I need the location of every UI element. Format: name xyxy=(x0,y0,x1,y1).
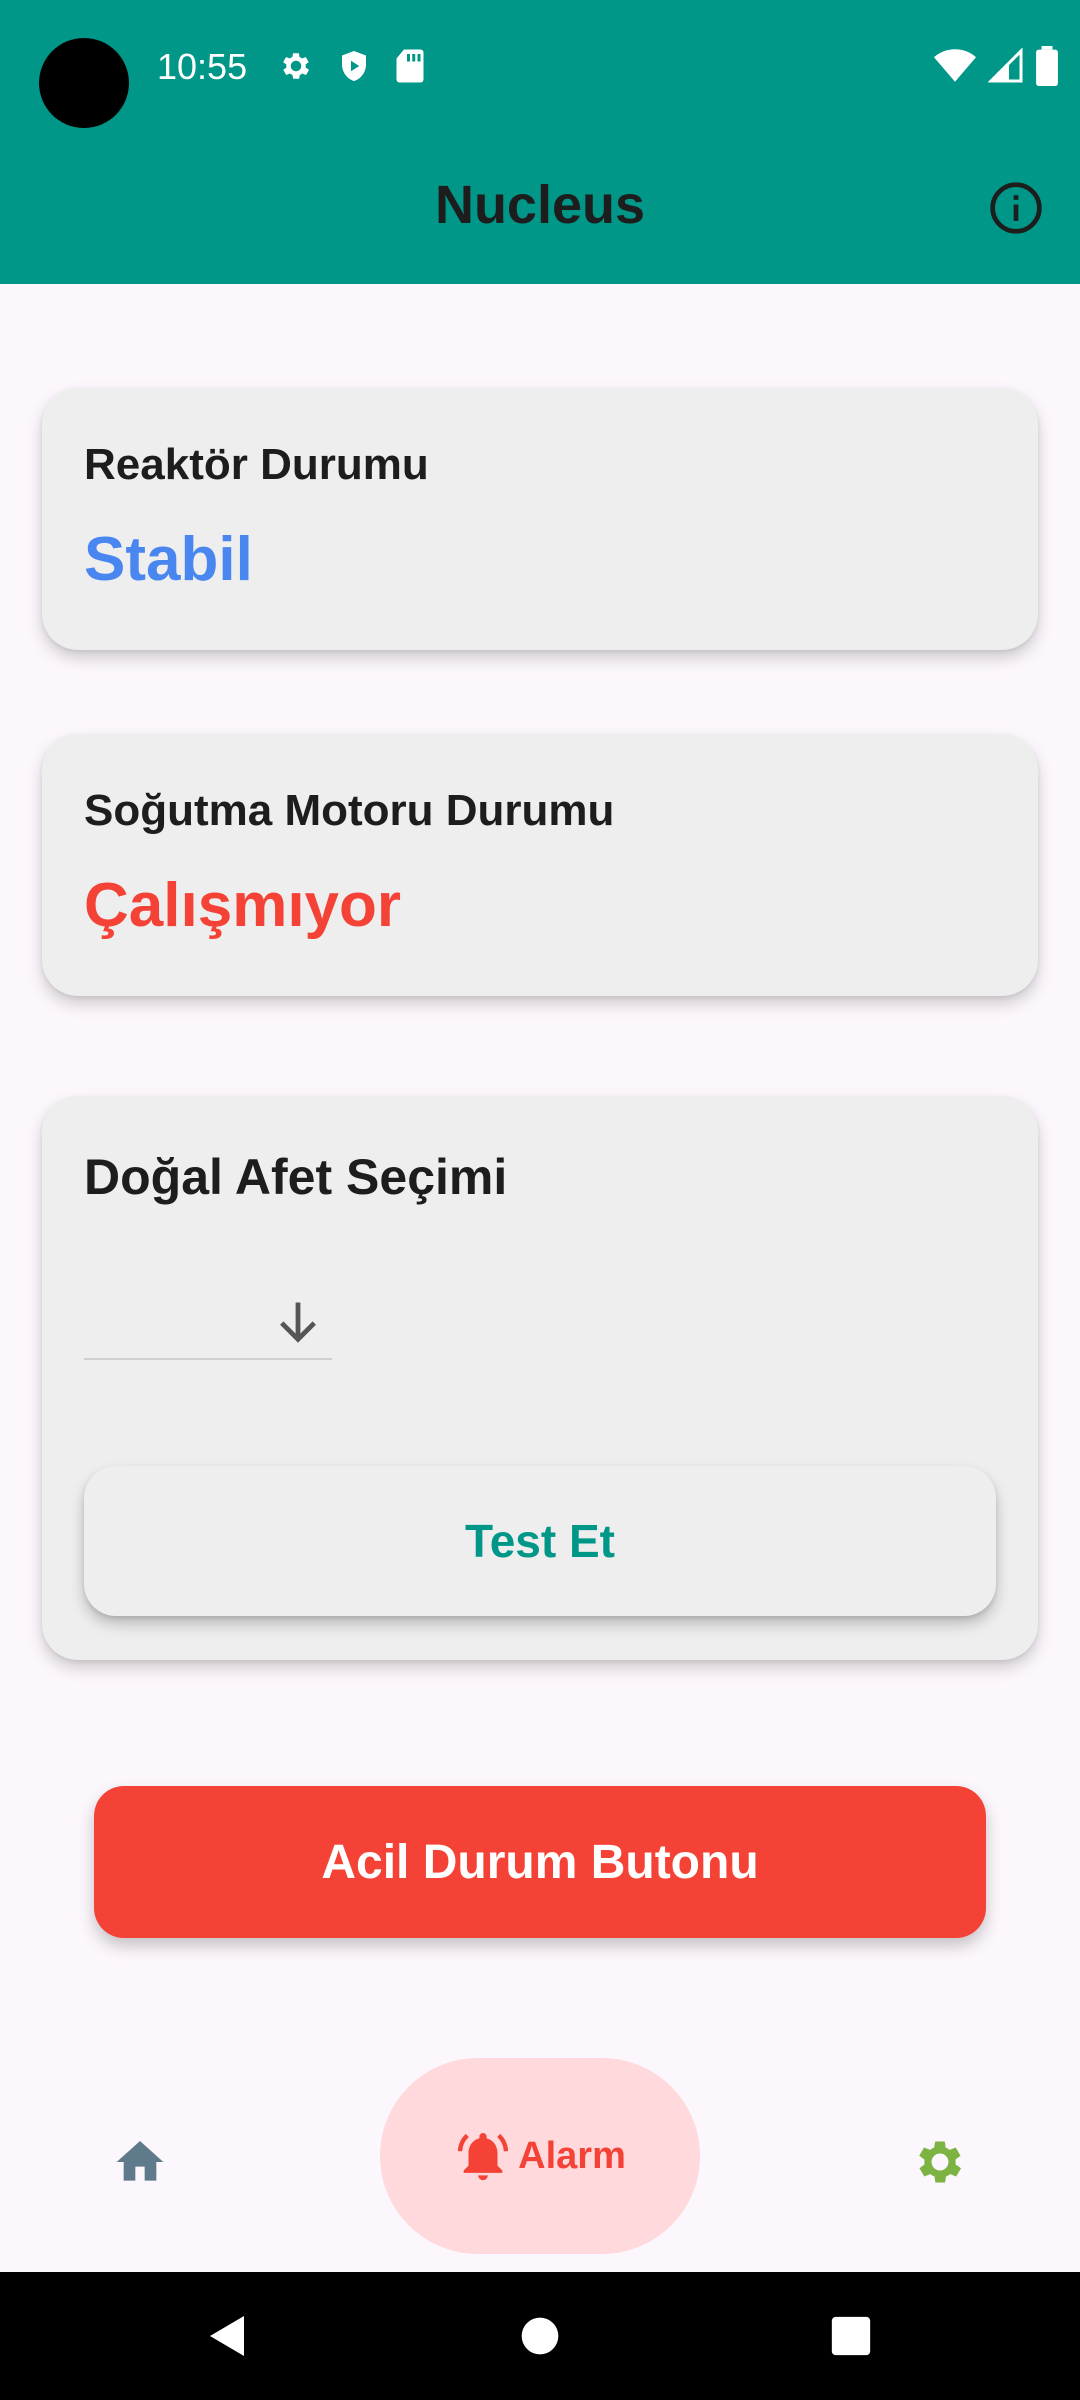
status-icons-right xyxy=(934,46,1058,86)
app-title: Nucleus xyxy=(434,175,646,235)
cooling-status-title: Soğutma Motoru Durumu xyxy=(84,786,615,835)
nav-alarm-label: Alarm xyxy=(518,2134,626,2177)
shield-play-icon xyxy=(342,51,366,81)
test-button[interactable]: Test Et xyxy=(84,1466,996,1616)
status-bar: 10:55 xyxy=(0,0,1080,134)
disaster-selection-card: Doğal Afet Seçimi Test Et xyxy=(42,1096,1038,1660)
app-bar: Nucleus xyxy=(0,134,1080,284)
alarm-icon xyxy=(458,2133,509,2181)
sd-card-icon xyxy=(396,49,424,83)
info-icon xyxy=(990,182,1042,234)
bottom-nav: Alarm xyxy=(0,2040,1080,2272)
signal-icon xyxy=(988,48,1023,83)
nav-home[interactable] xyxy=(104,2126,176,2198)
home-icon xyxy=(116,2141,164,2181)
battery-icon xyxy=(1036,46,1058,86)
disaster-selection-title: Doğal Afet Seçimi xyxy=(84,1149,508,1205)
wifi-icon xyxy=(934,49,976,82)
recents-icon[interactable] xyxy=(828,2312,874,2360)
nav-settings[interactable] xyxy=(904,2126,976,2198)
arrow-down-icon xyxy=(280,1302,316,1343)
reactor-status-title: Reaktör Durumu xyxy=(84,440,429,489)
reactor-status-card: Reaktör Durumu Stabil xyxy=(42,388,1038,650)
cooling-status-card: Soğutma Motoru Durumu Çalışmıyor xyxy=(42,734,1038,996)
home-circle-icon[interactable] xyxy=(518,2312,562,2360)
gear-icon xyxy=(919,2141,962,2183)
status-icons-left xyxy=(278,48,426,84)
reactor-status-value: Stabil xyxy=(84,525,253,594)
settings-icon xyxy=(283,53,310,79)
system-nav-bar xyxy=(0,2272,1080,2400)
status-time: 10:55 xyxy=(157,46,248,87)
info-button[interactable] xyxy=(988,180,1044,236)
disaster-dropdown[interactable] xyxy=(84,1286,332,1360)
emergency-button[interactable]: Acil Durum Butonu xyxy=(94,1786,986,1938)
nav-alarm[interactable]: Alarm xyxy=(380,2058,700,2254)
camera-cutout xyxy=(39,38,129,128)
back-icon[interactable] xyxy=(204,2312,252,2360)
cooling-status-value: Çalışmıyor xyxy=(84,871,402,940)
